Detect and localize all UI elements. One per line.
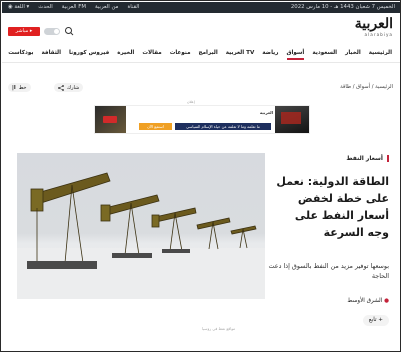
utility-language[interactable]: ◉ اللغة ▾ [8, 4, 29, 10]
source-name: الشرق الأوسط [347, 298, 383, 304]
share-button[interactable]: شارك [54, 83, 84, 92]
nav-item-programs[interactable]: البرامج [199, 45, 218, 56]
breadcrumb-row: الرئيسية / أسواق / طاقة شارك |Ⅰ خط [2, 81, 400, 95]
follow-label: تابع [368, 317, 377, 323]
nav-item-sports[interactable]: رياضة [262, 45, 278, 56]
article-source[interactable]: الشرق الأوسط ● [347, 298, 389, 304]
nav-item-culture[interactable]: الثقافة [42, 45, 61, 56]
logo-arabic: العربية [354, 16, 393, 32]
font-size-icon: |Ⅰ [12, 84, 16, 91]
ad-brand-mark [103, 116, 117, 123]
date-text: الخميس 7 شعبان 1443 هـ - 10 مارس 2022 [290, 4, 395, 10]
utility-nav: ◉ اللغة ▾ الحدث العربية FM من العربية ال… [8, 4, 139, 10]
utility-channel[interactable]: القناة [127, 4, 139, 10]
ad-label: إعلان [187, 100, 195, 104]
toggle-knob [54, 29, 59, 34]
top-utility-bar: الخميس 7 شعبان 1443 هـ - 10 مارس 2022 ◉ … [2, 2, 400, 13]
utility-hadath[interactable]: الحدث [38, 4, 53, 10]
utility-fm[interactable]: العربية FM [62, 4, 86, 10]
main-navigation: الرئيسية الخبار السعودية أسواق رياضة الع… [2, 45, 400, 63]
nav-item-podcast[interactable]: بودكاست [8, 45, 33, 56]
font-size-label: خط [18, 84, 27, 91]
ad-brand: العربية [259, 110, 273, 115]
article-photo [17, 153, 265, 299]
nav-item-corona[interactable]: فيروس كورونا [69, 45, 109, 56]
nav-item-news[interactable]: الخبار [345, 45, 361, 56]
article-headline: الطاقة الدولية: نعمل على خطة لخفض أسعار … [276, 175, 389, 239]
ad-left-image [95, 106, 126, 133]
ad-right-accent [281, 112, 301, 124]
nav-item-saudi[interactable]: السعودية [312, 45, 337, 56]
follow-button[interactable]: تابع + [362, 315, 389, 326]
font-size-button[interactable]: |Ⅰ خط [8, 83, 31, 92]
article-tag[interactable]: أسعار النفط [346, 155, 389, 162]
photo-caption: مواقع نفط في روسيا [202, 326, 236, 331]
theme-toggle[interactable] [44, 28, 60, 35]
ad-message: ما تعلمه وما لا تعلمه عن حياة الإسلام ال… [175, 123, 271, 130]
site-header: العربية alarabiya مباشر ▸ [2, 13, 400, 43]
nav-item-variety[interactable]: منوعات [170, 45, 191, 56]
search-icon[interactable] [64, 26, 74, 36]
page-frame: الخميس 7 شعبان 1443 هـ - 10 مارس 2022 ◉ … [0, 0, 401, 352]
nav-item-tv[interactable]: العربية TV [226, 45, 255, 56]
nav-item-home[interactable]: الرئيسية [369, 45, 392, 56]
article-subhead: بوسعها توفير مزيد من النفط بالسوق إذا دع… [268, 262, 389, 280]
site-logo[interactable]: العربية alarabiya [354, 16, 393, 38]
ad-cta-button[interactable]: استمع الآن [139, 123, 172, 130]
utility-from-arabiya[interactable]: من العربية [95, 4, 118, 10]
logo-latin: alarabiya [364, 32, 393, 37]
ad-banner[interactable]: استمع الآن ما تعلمه وما لا تعلمه عن حياة… [94, 105, 310, 134]
ad-right-image [275, 106, 309, 133]
oil-pumps-illustration [17, 172, 265, 299]
article: مواقع نفط في روسيا أسعار النفط الطاقة ال… [2, 143, 400, 343]
location-pin-icon: ● [384, 298, 389, 304]
live-button[interactable]: مباشر ▸ [8, 27, 40, 36]
nav-item-markets[interactable]: أسواق [286, 45, 304, 60]
breadcrumb[interactable]: الرئيسية / أسواق / طاقة [340, 84, 393, 90]
share-icon [58, 84, 64, 91]
nav-item-latest[interactable]: الخيرة [117, 45, 134, 56]
nav-item-articles[interactable]: مقالات [142, 45, 161, 56]
share-label: شارك [67, 84, 80, 91]
